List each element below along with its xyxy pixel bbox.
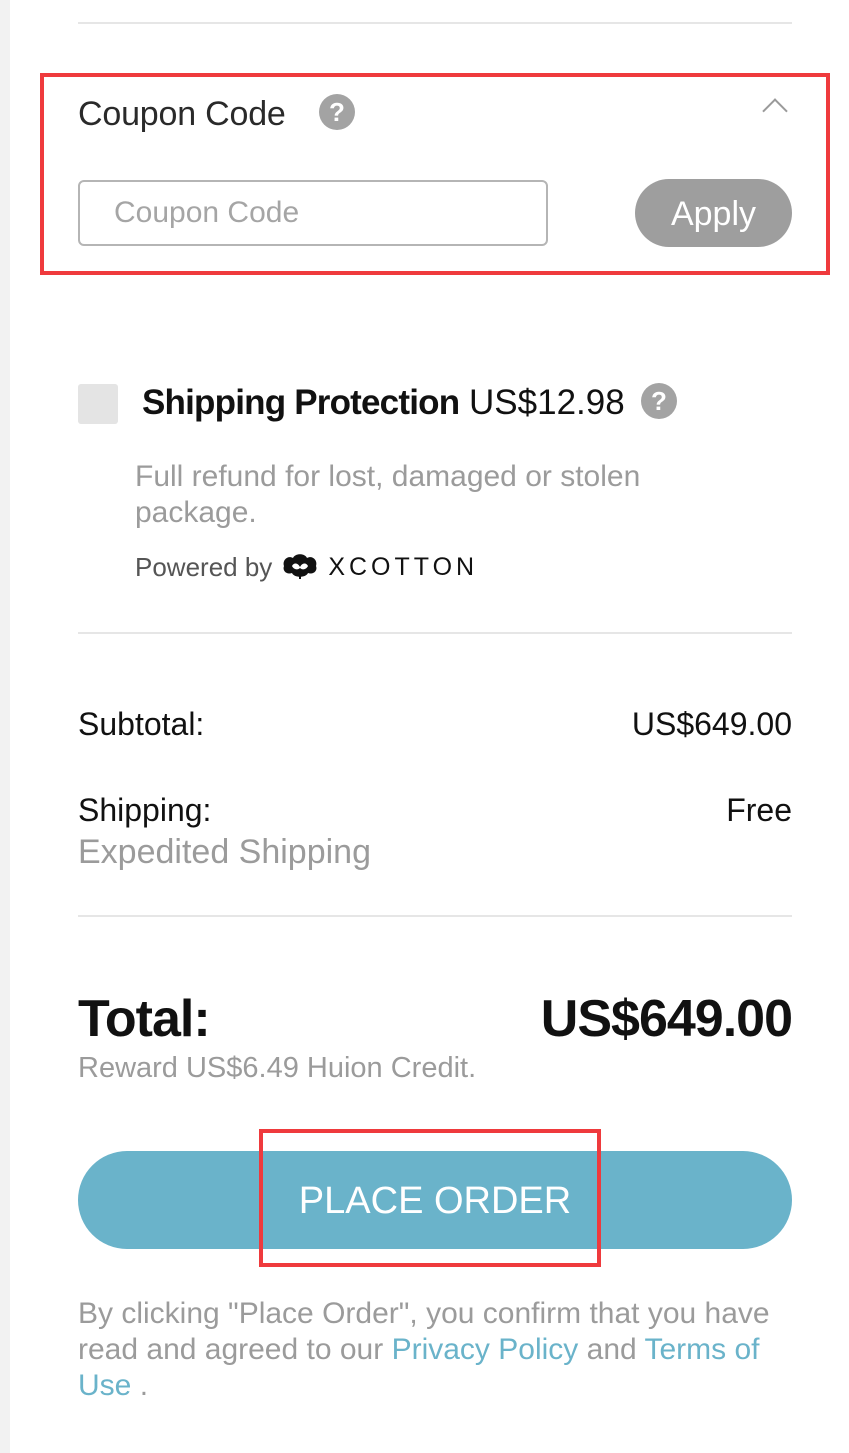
total-label: Total: xyxy=(78,990,211,1048)
shipping-method: Expedited Shipping xyxy=(78,833,372,871)
powered-by-line: Powered by XCOTTON xyxy=(135,550,478,584)
legal-notice: By clicking "Place Order", you confirm t… xyxy=(78,1296,778,1404)
shipping-value: Free xyxy=(726,792,792,828)
privacy-policy-link[interactable]: Privacy Policy xyxy=(392,1333,579,1366)
coupon-title: Coupon Code xyxy=(78,95,286,133)
place-order-button[interactable]: PLACE ORDER xyxy=(78,1151,792,1249)
shipping-protection-description: Full refund for lost, damaged or stolen … xyxy=(135,460,641,529)
shipping-protection-checkbox[interactable] xyxy=(78,384,118,424)
top-divider xyxy=(78,22,792,24)
shipping-protection-heading: Shipping Protection US$12.98 xyxy=(142,382,625,424)
divider xyxy=(78,915,792,917)
total-value: US$649.00 xyxy=(540,990,793,1048)
xcotton-brand-name: XCOTTON xyxy=(328,553,479,581)
shipping-protection-price: US$12.98 xyxy=(469,383,625,422)
shipping-label: Shipping: xyxy=(78,792,212,828)
left-edge-strip xyxy=(0,0,10,1453)
powered-by-label: Powered by xyxy=(135,552,273,582)
cotton-logo-icon xyxy=(283,554,317,579)
subtotal-label: Subtotal: xyxy=(78,706,205,742)
question-circle-icon[interactable]: ? xyxy=(319,94,355,130)
legal-and: and xyxy=(586,1333,637,1366)
coupon-code-input[interactable] xyxy=(78,180,548,246)
chevron-up-icon[interactable] xyxy=(762,98,788,124)
reward-credit-text: Reward US$6.49 Huion Credit. xyxy=(78,1052,477,1084)
question-circle-icon[interactable]: ? xyxy=(641,383,677,419)
apply-coupon-button[interactable]: Apply xyxy=(635,179,792,247)
subtotal-value: US$649.00 xyxy=(631,706,792,742)
legal-suffix: . xyxy=(139,1369,149,1402)
divider xyxy=(78,632,792,634)
shipping-protection-title: Shipping Protection xyxy=(142,383,460,422)
